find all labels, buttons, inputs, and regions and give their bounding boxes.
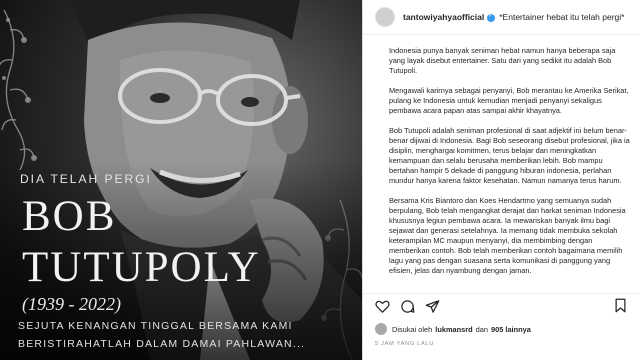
- likes-summary[interactable]: Disukai oleh lukmansrd dan 905 lainnya: [375, 323, 534, 335]
- memorial-heading: DIA TELAH PERGI: [20, 172, 152, 186]
- save-button[interactable]: [613, 298, 628, 313]
- comment-icon[interactable]: [400, 299, 415, 314]
- post-image[interactable]: DIA TELAH PERGI BOB TUTUPOLY (1939 - 202…: [0, 0, 362, 360]
- liker-username[interactable]: lukmansrd: [435, 325, 472, 334]
- caption-paragraph: Bersama Kris Biantoro dan Koes Hendartmo…: [389, 196, 626, 275]
- post-timestamp: 5 JAM YANG LALU: [375, 341, 435, 347]
- action-bar: [375, 298, 440, 314]
- instagram-post-window: DIA TELAH PERGI BOB TUTUPOLY (1939 - 202…: [0, 0, 640, 360]
- likes-and: dan: [475, 324, 488, 334]
- bookmark-icon[interactable]: [613, 298, 628, 313]
- caption-body: Indonesia punya banyak seniman hebat nam…: [389, 46, 631, 286]
- memorial-years: (1939 - 2022): [22, 294, 121, 314]
- avatar[interactable]: [375, 7, 395, 27]
- likes-prefix: Disukai oleh: [392, 324, 433, 334]
- header-caption: *Entertainer hebat itu telah pergi*: [499, 12, 625, 22]
- memorial-line-1: SEJUTA KENANGAN TINGGAL BERSAMA KAMI: [18, 320, 293, 332]
- post-sidebar: tantowiyahyaofficial *Entertainer hebat …: [362, 0, 640, 360]
- memorial-line-2: BERISTIRAHATLAH DALAM DAMAI PAHLAWAN...: [18, 338, 306, 350]
- username-link[interactable]: tantowiyahyaofficial: [403, 12, 484, 22]
- verified-badge-icon: [487, 12, 496, 22]
- share-icon[interactable]: [425, 299, 440, 314]
- caption-paragraph: Mengawali karirnya sebagai penyanyi, Bob…: [389, 86, 629, 115]
- post-header: tantowiyahyaofficial *Entertainer hebat …: [363, 0, 640, 35]
- memorial-name-last: TUTUPOLY: [22, 244, 261, 291]
- liker-avatar: [375, 323, 387, 335]
- actions-divider: [363, 293, 640, 294]
- heart-icon[interactable]: [375, 299, 390, 314]
- caption-paragraph: Bob Tutupoli adalah seniman profesional …: [389, 126, 630, 185]
- memorial-name-first: BOB: [22, 193, 117, 240]
- caption-paragraph: Indonesia punya banyak seniman hebat nam…: [389, 46, 616, 75]
- likes-count[interactable]: 905 lainnya: [491, 325, 531, 334]
